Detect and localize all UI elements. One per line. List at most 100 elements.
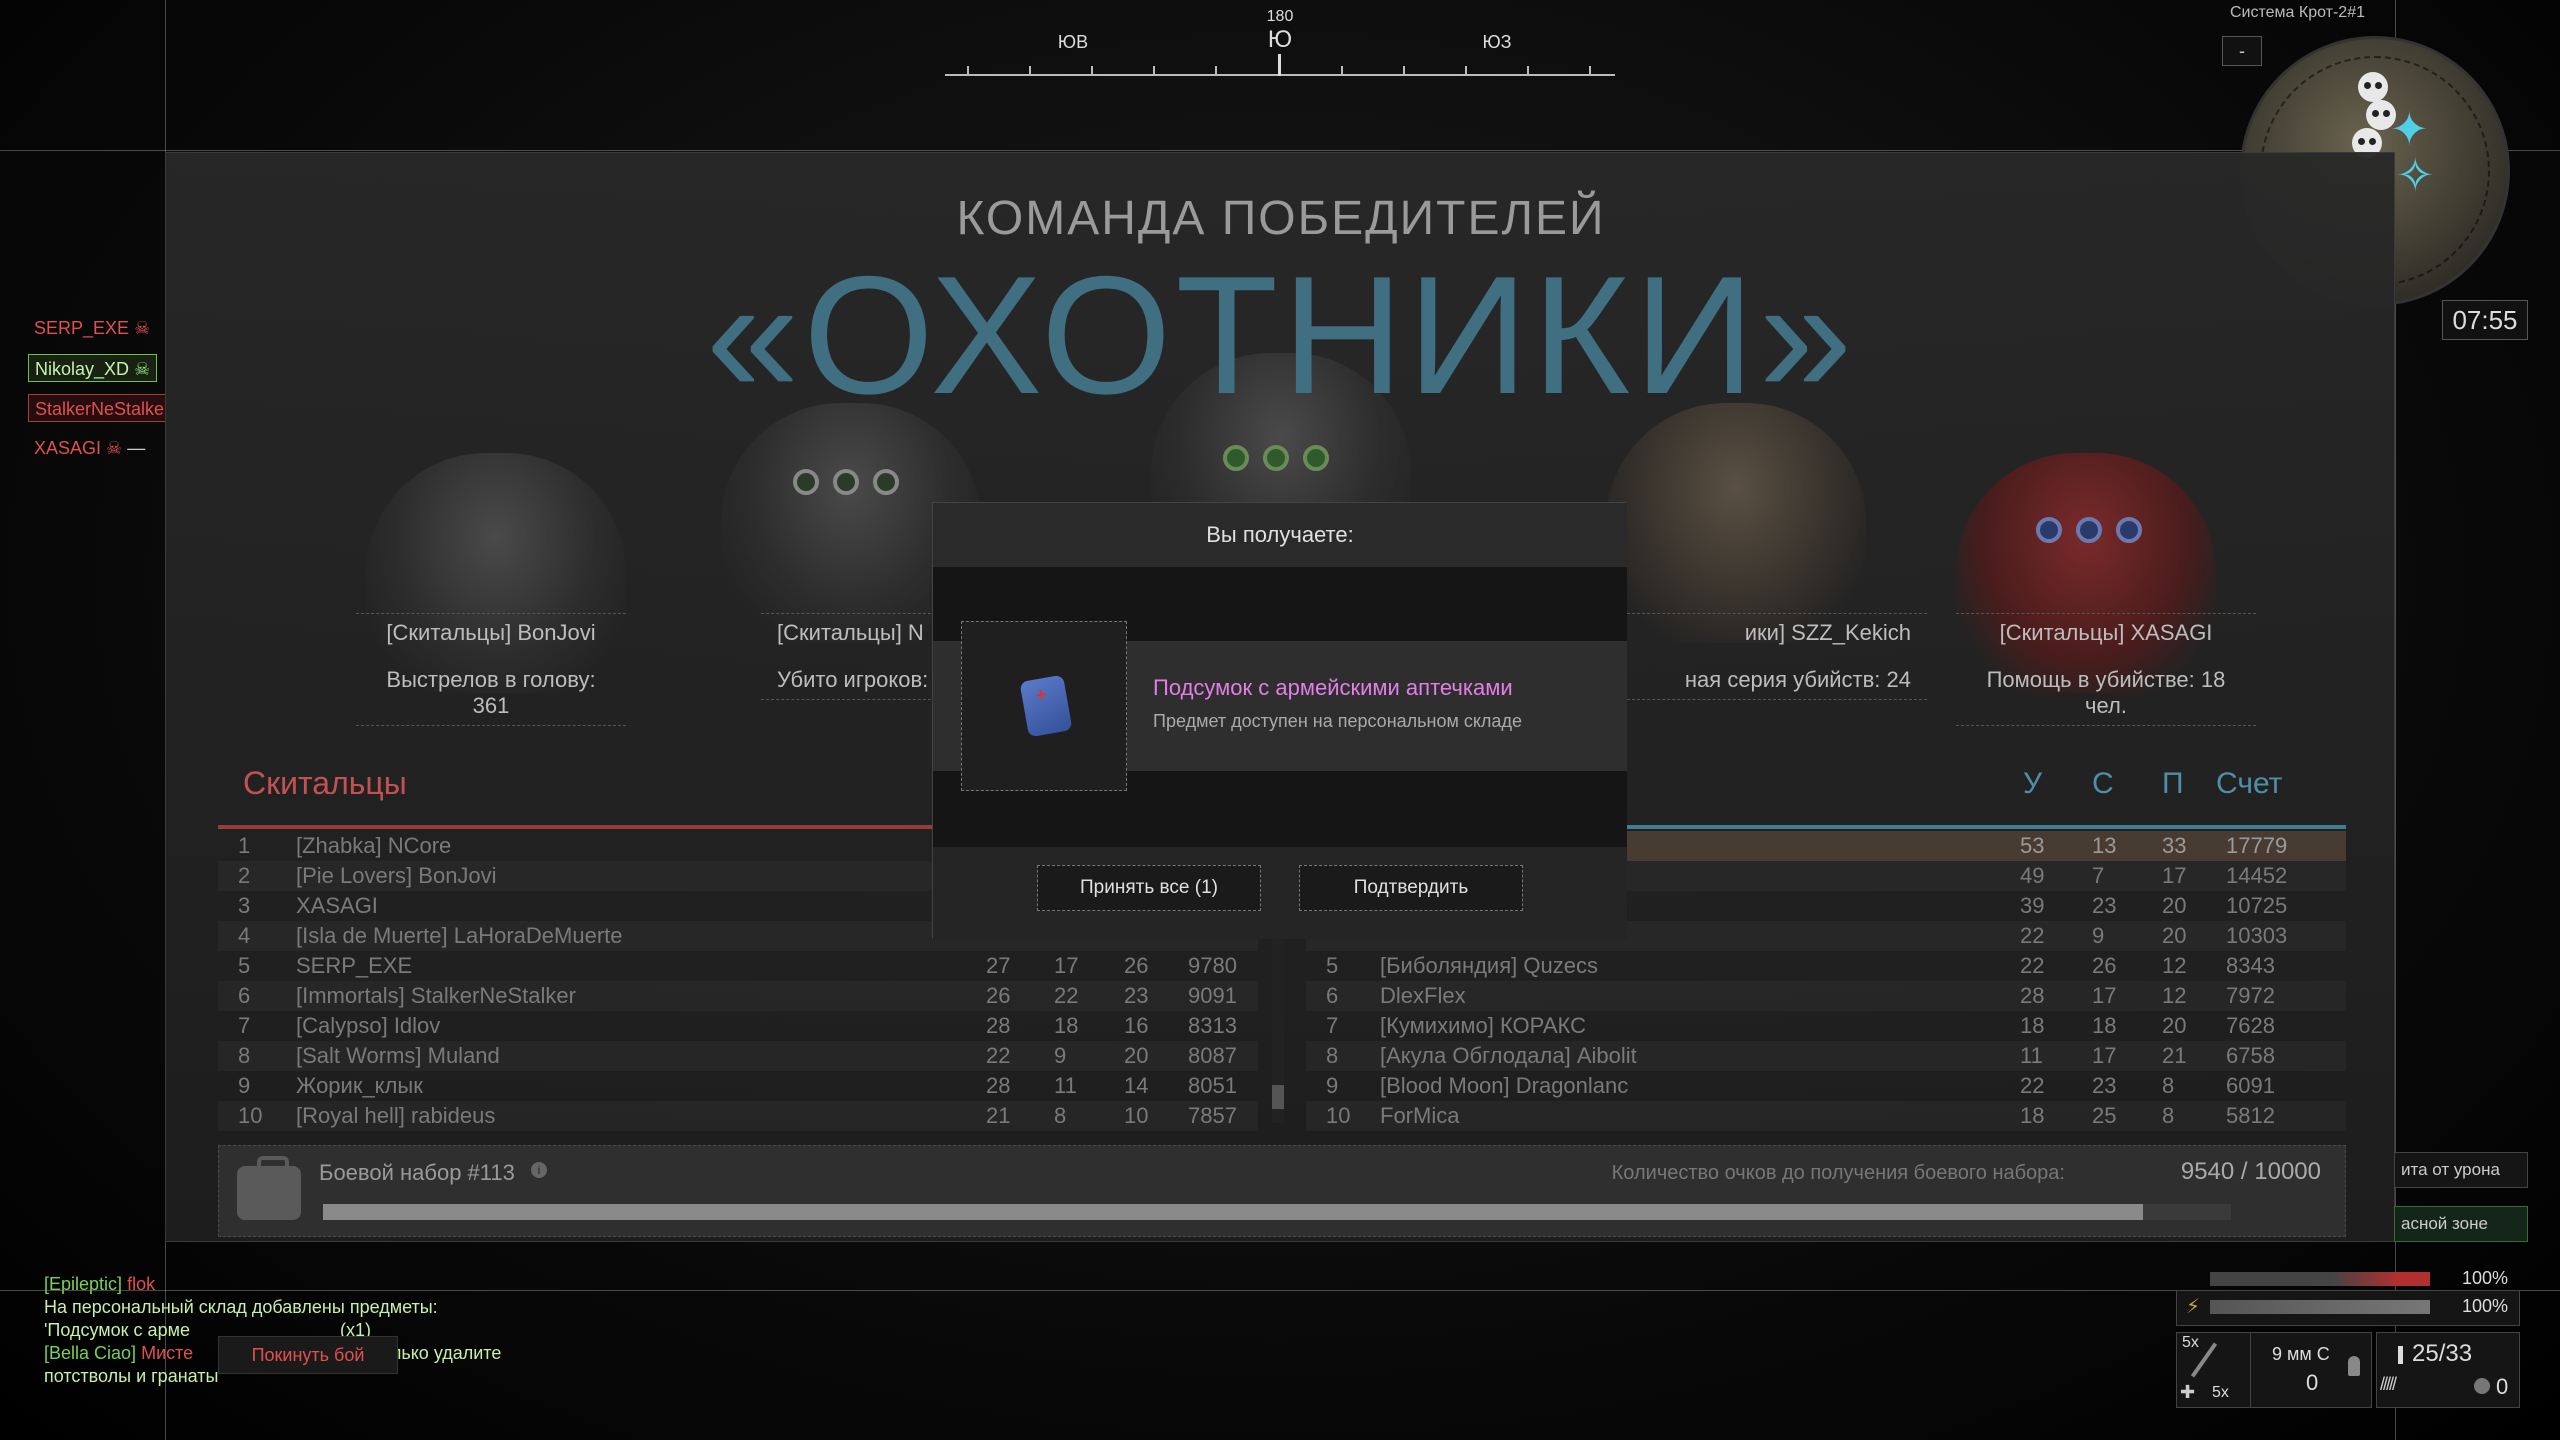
row-kills: 18 xyxy=(2020,1103,2045,1128)
row-rank: 9 xyxy=(238,1073,251,1098)
reward-item-name: Подсумок с армейскими аптечками xyxy=(1153,675,1513,700)
table-row[interactable]: 7 [Calypso] Idlov 28 18 16 8313 xyxy=(218,1011,1258,1041)
stamina-value: 100% xyxy=(2462,1296,2509,1316)
row-rank: 9 xyxy=(1326,1073,1339,1098)
stamina-bar xyxy=(2210,1300,2430,1314)
row-deaths: 26 xyxy=(2092,953,2117,978)
chat-message: потстволы и гранаты xyxy=(44,1366,219,1386)
compass-label-center: Ю xyxy=(1267,26,1293,53)
goggle xyxy=(1223,445,1249,471)
reward-item-slot[interactable] xyxy=(961,621,1127,791)
table-row[interactable]: 8 [Salt Worms] Muland 22 9 20 8087 xyxy=(218,1041,1258,1071)
teammate-star-icon: ✦ xyxy=(2390,103,2429,155)
row-score: 10725 xyxy=(2226,893,2288,918)
row-kills: 22 xyxy=(2020,953,2045,978)
row-score: 7972 xyxy=(2226,983,2275,1008)
leave-match-button[interactable]: Покинуть бой xyxy=(218,1336,398,1374)
row-rank: 3 xyxy=(238,893,251,918)
row-deaths: 9 xyxy=(1054,1043,1067,1068)
row-deaths: 17 xyxy=(1054,953,1079,978)
row-rank: 5 xyxy=(1326,953,1339,978)
row-deaths: 23 xyxy=(2092,1073,2117,1098)
winner-team-title: «ОХОТНИКИ» xyxy=(705,241,1857,429)
kill-feed-separator: — xyxy=(127,438,146,458)
header-assists: П xyxy=(2162,767,2184,800)
table-row[interactable]: 6 DlexFlex 28 17 12 7972 xyxy=(1306,981,2346,1011)
chat-text: Мисте xyxy=(141,1343,194,1363)
info-icon[interactable]: i xyxy=(531,1162,547,1178)
goggle xyxy=(2076,517,2102,543)
battle-kit-progress-bar xyxy=(323,1204,2231,1220)
magazine-icon xyxy=(2398,1346,2403,1364)
battle-kit-title: Боевой набор #113 xyxy=(319,1160,515,1185)
row-deaths: 22 xyxy=(1054,983,1079,1008)
row-rank: 4 xyxy=(238,923,251,948)
table-row[interactable]: 7 [Кумихимо] КОРАКС 18 18 20 7628 xyxy=(1306,1011,2346,1041)
table-row[interactable]: 5 SERP_EXE 27 17 26 9780 xyxy=(218,951,1258,981)
row-assists: 20 xyxy=(2162,1013,2187,1038)
row-assists: 20 xyxy=(1124,1043,1149,1068)
row-assists: 8 xyxy=(2162,1103,2175,1128)
table-row[interactable]: 5 [Биболяндия] Quzecs 22 26 12 8343 xyxy=(1306,951,2346,981)
goggle xyxy=(2116,517,2142,543)
table-row[interactable]: 10 [Royal hell] rabideus 21 8 10 7857 xyxy=(218,1101,1258,1131)
row-kills: 18 xyxy=(2020,1013,2045,1038)
row-assists: 14 xyxy=(1124,1073,1149,1098)
row-deaths: 18 xyxy=(2092,1013,2117,1038)
confirm-button[interactable]: Подтвердить xyxy=(1299,865,1523,911)
compass: 180 ЮВ Ю ЮЗ xyxy=(945,8,1615,78)
compass-tick-center xyxy=(1278,54,1281,76)
compass-tick xyxy=(1341,66,1343,76)
table-row[interactable]: 9 [Blood Moon] Dragonlanc 22 23 8 6091 xyxy=(1306,1071,2346,1101)
skull-icon: ☠ xyxy=(134,318,151,338)
compass-tick xyxy=(1589,66,1591,76)
battle-kit-progress-fill xyxy=(323,1204,2144,1220)
chat-message: [Epileptic] flok xyxy=(44,1274,155,1295)
medkit-icon: ✚ xyxy=(2180,1382,2196,1402)
chat-message: На персональный склад добавлены предметы… xyxy=(44,1297,438,1317)
table-row[interactable]: 10 ForMica 18 25 8 5812 xyxy=(1306,1101,2346,1131)
row-assists: 8 xyxy=(2162,1073,2175,1098)
row-player-name: [Salt Worms] Muland xyxy=(296,1043,500,1068)
row-player-name: [Isla de Muerte] LaHoraDeMuerte xyxy=(296,923,623,948)
row-score: 14452 xyxy=(2226,863,2288,888)
compass-tick xyxy=(1403,66,1405,76)
row-deaths: 8 xyxy=(1054,1103,1067,1128)
featured-player-name: [Скитальцы] BonJovi xyxy=(356,613,626,652)
row-assists: 33 xyxy=(2162,833,2187,858)
row-kills: 28 xyxy=(986,1013,1011,1038)
row-player-name: [Акула Обглодала] Aibolit xyxy=(1380,1043,1637,1068)
compass-label-left: ЮВ xyxy=(1057,32,1089,52)
row-rank: 6 xyxy=(1326,983,1339,1008)
battle-kit-progress-value: 9540 / 10000 xyxy=(2180,1158,2321,1185)
row-deaths: 17 xyxy=(2092,1043,2117,1068)
minimap-zoom-out-button[interactable]: - xyxy=(2222,36,2262,66)
row-kills: 22 xyxy=(2020,923,2045,948)
scrollbar-thumb[interactable] xyxy=(1272,1085,1284,1109)
row-player-name: DlexFlex xyxy=(1380,983,1466,1008)
kill-feed-item: XASAGI ☠ — xyxy=(28,434,151,462)
row-deaths: 23 xyxy=(2092,893,2117,918)
kill-feed-name: SERP_EXE xyxy=(34,318,130,338)
skull-icon: ☠ xyxy=(134,359,151,379)
ammo-reserve: 0 xyxy=(2306,1370,2319,1395)
accept-all-button[interactable]: Принять все (1) xyxy=(1037,865,1261,911)
chat-tag: [Bella Ciao] xyxy=(44,1343,137,1363)
row-kills: 53 xyxy=(2020,833,2045,858)
row-kills: 22 xyxy=(986,1043,1011,1068)
row-player-name: XASAGI xyxy=(296,893,378,918)
ammo-type: 9 мм С xyxy=(2272,1344,2330,1364)
row-assists: 16 xyxy=(1124,1013,1149,1038)
row-player-name: [Blood Moon] Dragonlanc xyxy=(1380,1073,1629,1098)
player-avatar xyxy=(366,453,626,693)
row-player-name: [Immortals] StalkerNeStalker xyxy=(296,983,576,1008)
table-row[interactable]: 8 [Акула Обглодала] Aibolit 11 17 21 6758 xyxy=(1306,1041,2346,1071)
game-screen: 180 ЮВ Ю ЮЗ Система Крот-2#1 ✦ ✧ - 07:55… xyxy=(0,0,2560,1440)
compass-label-right: ЮЗ xyxy=(1482,32,1512,52)
goggle xyxy=(793,469,819,495)
row-kills: 26 xyxy=(986,983,1011,1008)
table-row[interactable]: 9 Жорик_клык 28 11 14 8051 xyxy=(218,1071,1258,1101)
teammate-star-icon: ✧ xyxy=(2396,149,2435,201)
table-row[interactable]: 6 [Immortals] StalkerNeStalker 26 22 23 9091 xyxy=(218,981,1258,1011)
row-player-name: [Royal hell] rabideus xyxy=(296,1103,496,1128)
